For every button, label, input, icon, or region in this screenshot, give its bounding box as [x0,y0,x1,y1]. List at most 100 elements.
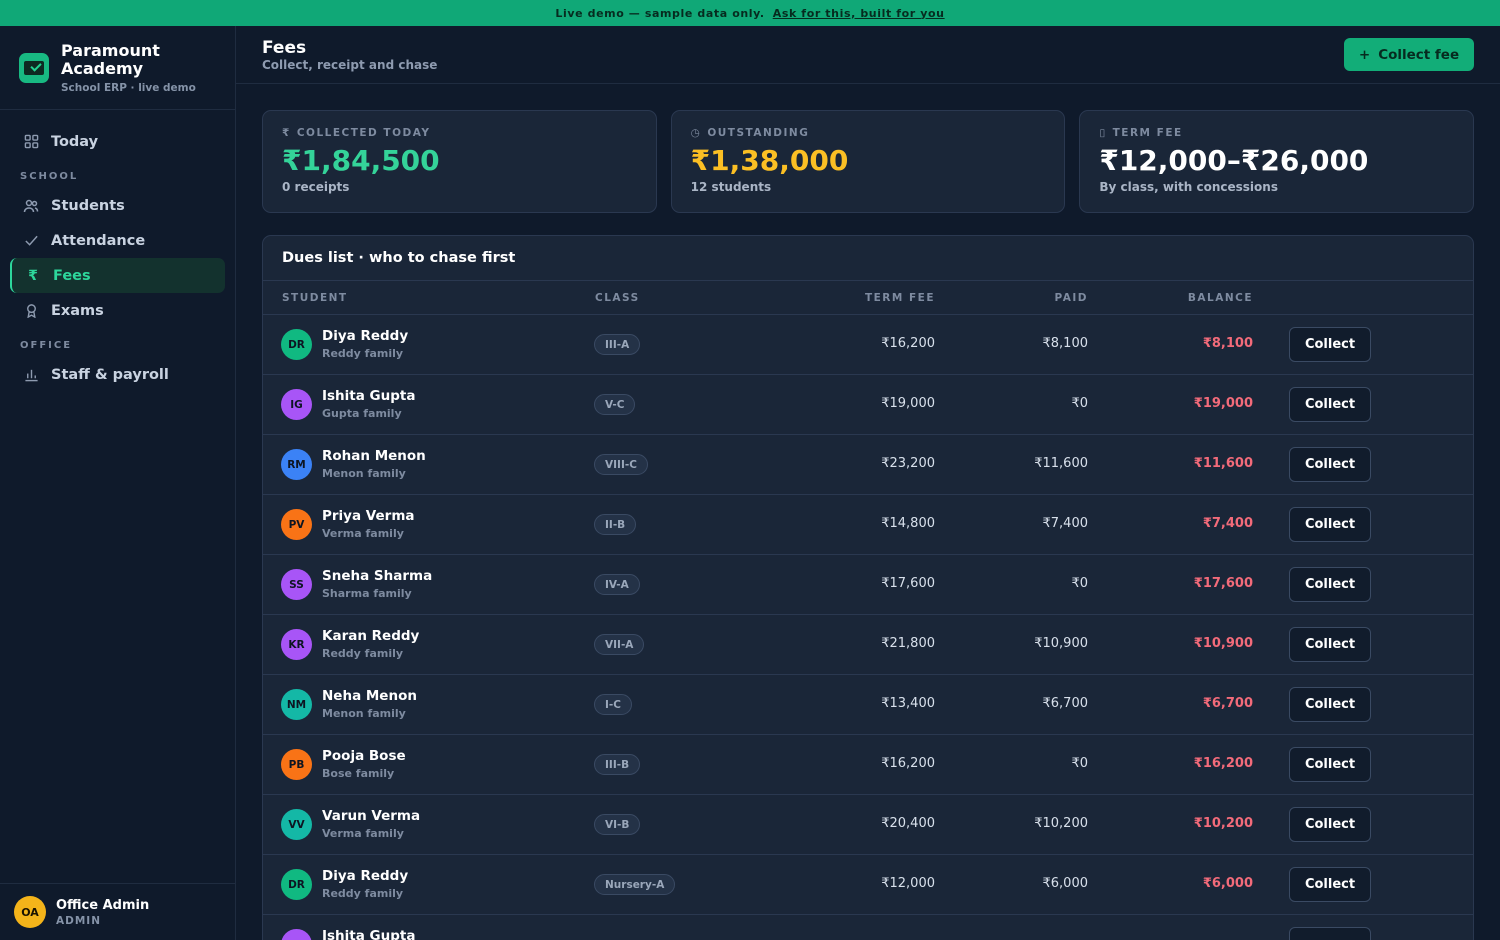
student-name[interactable]: Priya Verma [322,508,415,524]
student-name[interactable]: Ishita Gupta [322,388,415,404]
class-badge: III-B [594,754,641,775]
avatar: NM [281,689,312,720]
card-label: ◷ OUTSTANDING [690,127,810,139]
grid-icon [23,134,39,150]
collect-fee-button[interactable]: + Collect fee [1344,38,1474,71]
table-row: IG Ishita Gupta Gupta family V-C ₹19,000 ₹0 ₹1… [263,375,1473,435]
family-name: Verma family [322,827,404,840]
collect-button[interactable]: Collect [1289,747,1371,782]
collect-button[interactable]: Collect [1289,507,1371,542]
sidebar-item-exams[interactable]: Exams [10,293,225,328]
collect-button[interactable]: Collect [1289,327,1371,362]
paid-amount: ₹6,700 [1042,696,1089,711]
avatar: PB [281,749,312,780]
card-value: ₹12,000–₹26,000 [1099,144,1369,177]
avatar: OA [14,896,46,928]
col-term-fee: TERM FEE [864,292,935,304]
card-label: ₹ COLLECTED TODAY [282,127,431,139]
student-name[interactable]: Rohan Menon [322,448,426,464]
family-name: Menon family [322,707,406,720]
user-profile[interactable]: OA Office Admin ADMIN [0,883,235,940]
collect-button[interactable]: Collect [1289,867,1371,902]
avatar: IG [281,389,312,420]
paid-amount: ₹11,600 [1034,456,1088,471]
user-name: Office Admin [56,897,150,913]
sidebar: Paramount Academy School ERP · live demo… [0,26,236,940]
balance-amount: ₹8,100 [1202,336,1253,351]
collect-button[interactable]: Collect [1289,687,1371,722]
sidebar-item-label: Attendance [51,232,146,249]
term-fee: ₹16,200 [881,336,935,351]
student-name[interactable]: Diya Reddy [322,868,408,884]
student-name[interactable]: Sneha Sharma [322,568,432,584]
collect-button[interactable]: Collect [1289,807,1371,842]
table-row: RM Rohan Menon Menon family VIII-C ₹23,200 ₹1… [263,435,1473,495]
avatar: DR [281,869,312,900]
balance-amount: ₹10,900 [1193,636,1253,651]
demo-banner: Live demo — sample data only. Ask for th… [0,0,1500,26]
sidebar-item-label: Exams [51,302,104,319]
sidebar-item-label: Today [51,133,99,150]
table-header: STUDENT CLASS TERM FEE PAID BALANCE [263,281,1473,315]
class-badge: VIII-C [594,454,648,475]
card-value: ₹1,38,000 [690,144,849,177]
avatar: PV [281,509,312,540]
avatar: VV [281,809,312,840]
collect-button[interactable]: Collect [1289,627,1371,662]
card-foot: By class, with concessions [1099,180,1278,194]
table-row: KR Karan Reddy Reddy family VII-A ₹21,800 ₹10… [263,615,1473,675]
logo-icon [19,52,49,83]
paid-amount: ₹0 [1071,396,1088,411]
rupee-icon: ₹ [282,127,291,139]
banner-link[interactable]: Ask for this, built for you [773,7,945,20]
user-role: ADMIN [56,914,101,927]
avatar: DR [281,329,312,360]
sidebar-item-fees[interactable]: ₹ Fees [10,258,225,293]
sidebar-item-label: Students [51,197,125,214]
class-badge: IV-A [594,574,640,595]
nav-section-school: SCHOOL [20,171,79,182]
table-row: DR Diya Reddy Reddy family Nursery-A ₹12,000… [263,855,1473,915]
avatar: RM [281,449,312,480]
page-subtitle: Collect, receipt and chase [262,58,438,72]
student-name[interactable]: Diya Reddy [322,328,408,344]
card-term-fee: ▯ TERM FEE ₹12,000–₹26,000 By class, wit… [1079,110,1475,213]
col-paid: PAID [1054,292,1088,304]
student-name[interactable]: Neha Menon [322,688,417,704]
sidebar-item-attendance[interactable]: Attendance [10,223,225,258]
summary-cards: ₹ COLLECTED TODAY ₹1,84,500 0 receipts ◷… [262,110,1475,213]
collect-button[interactable]: Collect [1289,387,1371,422]
sidebar-item-today[interactable]: Today [10,124,225,159]
bar-chart-icon [23,367,39,383]
paid-amount: ₹0 [1071,756,1088,771]
student-name[interactable]: Pooja Bose [322,748,406,764]
family-name: Reddy family [322,647,404,660]
term-fee: ₹19,000 [881,396,935,411]
paid-amount: ₹7,400 [1042,516,1089,531]
table-row: PV Priya Verma Verma family II-B ₹14,800 ₹7,4… [263,495,1473,555]
paid-amount: ₹0 [1071,576,1088,591]
collect-button[interactable]: Collect [1289,447,1371,482]
plus-icon: + [1358,46,1371,63]
sidebar-item-staff-payroll[interactable]: Staff & payroll [10,357,225,392]
term-fee: ₹13,400 [881,696,935,711]
table-body: DR Diya Reddy Reddy family III-A ₹16,200 ₹8,1… [263,315,1473,940]
users-icon [23,198,39,214]
family-name: Menon family [322,467,406,480]
col-class: CLASS [595,292,640,304]
student-name[interactable]: Ishita Gupta [322,928,415,940]
sidebar-item-label: Fees [53,267,91,284]
paid-amount: ₹10,200 [1034,816,1088,831]
class-badge: Nursery-A [594,874,676,895]
collect-button[interactable] [1289,927,1371,940]
balance-amount: ₹17,600 [1193,576,1253,591]
sidebar-item-students[interactable]: Students [10,188,225,223]
collect-button[interactable]: Collect [1289,567,1371,602]
balance-amount: ₹7,400 [1202,516,1253,531]
student-name[interactable]: Varun Verma [322,808,420,824]
term-fee: ₹12,000 [881,876,935,891]
table-row: DR Diya Reddy Reddy family III-A ₹16,200 ₹8,1… [263,315,1473,375]
student-name[interactable]: Karan Reddy [322,628,419,644]
avatar: SS [281,569,312,600]
table-row: IG Ishita Gupta [263,915,1473,940]
